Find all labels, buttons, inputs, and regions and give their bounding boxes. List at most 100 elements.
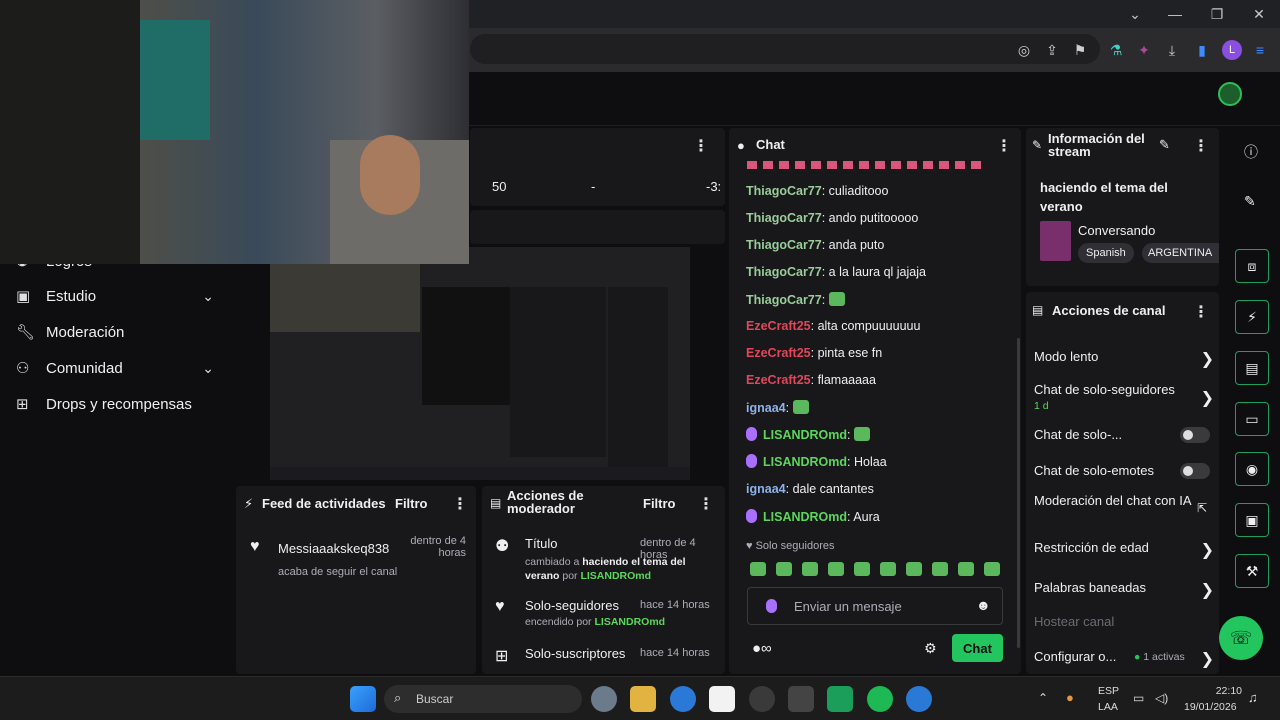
avatar[interactable] bbox=[1218, 82, 1242, 106]
chat-username[interactable]: ThiagoCar77 bbox=[746, 293, 822, 307]
notification-icon[interactable]: ♫ bbox=[1248, 690, 1258, 705]
tag-badge[interactable]: Spanish bbox=[1078, 243, 1134, 263]
extension-icon[interactable]: ⚗ bbox=[1106, 40, 1126, 60]
emote[interactable] bbox=[853, 427, 870, 441]
android-studio-icon[interactable] bbox=[827, 686, 853, 712]
profile-avatar[interactable]: L bbox=[1222, 40, 1242, 60]
microphone-icon[interactable]: ● bbox=[1066, 690, 1074, 705]
chat-username[interactable]: LISANDROmd bbox=[763, 510, 847, 524]
filter-button[interactable]: Filtro bbox=[643, 496, 676, 511]
sidebar-item-moderacion[interactable]: 🔧︎ Moderación bbox=[0, 315, 232, 349]
goals-item[interactable]: Configurar o... ● 1 activas ❯ bbox=[1034, 649, 1214, 668]
browser-icon[interactable] bbox=[670, 686, 696, 712]
chat-username[interactable]: EzeCraft25 bbox=[746, 373, 811, 387]
emote[interactable] bbox=[776, 562, 792, 576]
lightning-icon[interactable]: ⚡ bbox=[1235, 300, 1269, 334]
stream-preview[interactable] bbox=[270, 247, 690, 480]
eye-off-icon[interactable]: ◎ bbox=[1014, 40, 1034, 60]
emote[interactable] bbox=[984, 562, 1000, 576]
followers-chat-item[interactable]: Chat de solo-seguidores 1 d ❯ bbox=[1034, 382, 1214, 412]
more-options-icon[interactable]: ⋮ bbox=[693, 136, 709, 156]
address-bar[interactable] bbox=[470, 34, 1100, 64]
emote[interactable] bbox=[854, 562, 870, 576]
broadcast-icon[interactable]: ◉ bbox=[1235, 452, 1269, 486]
more-options-icon[interactable]: ⋮ bbox=[1193, 302, 1209, 322]
chat-input[interactable]: Enviar un mensaje ☻ bbox=[747, 587, 1003, 625]
wrench-icon[interactable]: ⚒ bbox=[1235, 554, 1269, 588]
chat-username[interactable]: LISANDROmd bbox=[763, 455, 847, 469]
emote[interactable] bbox=[880, 562, 896, 576]
sidebar-item-drops[interactable]: ⊞ Drops y recompensas bbox=[0, 387, 232, 421]
pencil-icon[interactable]: ✎ bbox=[1244, 193, 1256, 210]
follower-name[interactable]: Messiaaakskeq838 bbox=[278, 541, 389, 556]
chat-username[interactable]: EzeCraft25 bbox=[746, 346, 811, 360]
emote[interactable] bbox=[828, 562, 844, 576]
chat-scrollbar[interactable] bbox=[1017, 338, 1020, 648]
settings-icon[interactable] bbox=[591, 686, 617, 712]
bookmark-icon[interactable]: ⚑ bbox=[1070, 40, 1090, 60]
loop-icon[interactable]: ●∞ bbox=[752, 640, 772, 657]
info-icon[interactable]: ⓘ bbox=[1244, 142, 1258, 162]
network-icon[interactable]: ▭ bbox=[1133, 691, 1144, 705]
microphone-icon[interactable] bbox=[766, 599, 777, 613]
emoji-icon[interactable]: ☻ bbox=[976, 597, 991, 613]
chat-username[interactable]: ThiagoCar77 bbox=[746, 184, 822, 198]
close-button[interactable]: ✕ bbox=[1238, 0, 1280, 28]
chevron-up-icon[interactable]: ⌃ bbox=[1038, 691, 1048, 705]
emote[interactable] bbox=[792, 400, 809, 414]
channel-icon[interactable]: ▣ bbox=[1235, 503, 1269, 537]
emote[interactable] bbox=[906, 562, 922, 576]
sidebar-item-estudio[interactable]: ▣ Estudio ⌄ bbox=[0, 279, 232, 313]
emote[interactable] bbox=[802, 562, 818, 576]
more-options-icon[interactable]: ⋮ bbox=[996, 136, 1012, 156]
chat-username[interactable]: ThiagoCar77 bbox=[746, 265, 822, 279]
chat-username[interactable]: EzeCraft25 bbox=[746, 319, 811, 333]
emote[interactable] bbox=[958, 562, 974, 576]
chat-username[interactable]: ThiagoCar77 bbox=[746, 211, 822, 225]
clip-icon[interactable]: ⧈ bbox=[1235, 249, 1269, 283]
pencil-icon[interactable]: ✎ bbox=[1159, 137, 1170, 153]
language-indicator[interactable]: ESP bbox=[1098, 685, 1119, 697]
sidebar-icon[interactable]: ▮ bbox=[1192, 40, 1212, 60]
more-options-icon[interactable]: ⋮ bbox=[1193, 136, 1209, 156]
tab-search-icon[interactable]: ⌄ bbox=[1114, 0, 1156, 28]
share-icon[interactable]: ⇪ bbox=[1042, 40, 1062, 60]
obs-icon[interactable] bbox=[749, 686, 775, 712]
maximize-button[interactable]: ❐ bbox=[1196, 0, 1238, 28]
document-icon[interactable]: ▤ bbox=[1235, 351, 1269, 385]
menu-icon[interactable]: ≡ bbox=[1250, 40, 1270, 60]
windows-start-icon[interactable] bbox=[350, 686, 376, 712]
emote[interactable] bbox=[932, 562, 948, 576]
emote[interactable] bbox=[828, 292, 845, 306]
download-icon[interactable]: ⤓ bbox=[1162, 40, 1182, 60]
banned-words-item[interactable]: Palabras baneadas ❯ bbox=[1034, 580, 1214, 599]
chat-username[interactable]: ignaa4 bbox=[746, 482, 786, 496]
taskbar-search[interactable]: ⌕ Buscar bbox=[384, 685, 582, 713]
chat-bubble-icon[interactable]: ▭ bbox=[1235, 402, 1269, 436]
category-name[interactable]: Conversando bbox=[1078, 223, 1155, 238]
file-explorer-icon[interactable] bbox=[630, 686, 656, 712]
browser-icon[interactable] bbox=[906, 686, 932, 712]
spotify-icon[interactable] bbox=[867, 686, 893, 712]
age-restriction-item[interactable]: Restricción de edad ❯ bbox=[1034, 540, 1214, 559]
minimize-button[interactable]: — bbox=[1154, 0, 1196, 28]
gear-icon[interactable]: ⚙ bbox=[924, 640, 937, 657]
subs-chat-toggle[interactable] bbox=[1180, 427, 1210, 443]
more-options-icon[interactable]: ⋮ bbox=[698, 494, 714, 514]
keyboard-layout[interactable]: LAA bbox=[1098, 701, 1118, 713]
extension-icon[interactable]: ✦ bbox=[1134, 40, 1154, 60]
tag-badge[interactable]: ARGENTINA bbox=[1142, 243, 1219, 263]
volume-icon[interactable]: ◁) bbox=[1155, 691, 1168, 705]
chat-username[interactable]: ignaa4 bbox=[746, 401, 786, 415]
category-box-art[interactable] bbox=[1040, 221, 1071, 261]
ai-moderation-item[interactable]: Moderación del chat con IA bbox=[1034, 494, 1199, 507]
filter-button[interactable]: Filtro bbox=[395, 496, 428, 511]
help-chat-icon[interactable]: ☏ bbox=[1219, 616, 1263, 660]
emote[interactable] bbox=[750, 562, 766, 576]
chat-username[interactable]: LISANDROmd bbox=[763, 428, 847, 442]
send-chat-button[interactable]: Chat bbox=[952, 634, 1003, 662]
more-options-icon[interactable]: ⋮ bbox=[452, 494, 468, 514]
sidebar-item-comunidad[interactable]: ⚇ Comunidad ⌄ bbox=[0, 351, 232, 385]
clock-date[interactable]: 19/01/2026 bbox=[1184, 701, 1237, 713]
slow-mode-item[interactable]: Modo lento ❯ bbox=[1034, 349, 1214, 368]
